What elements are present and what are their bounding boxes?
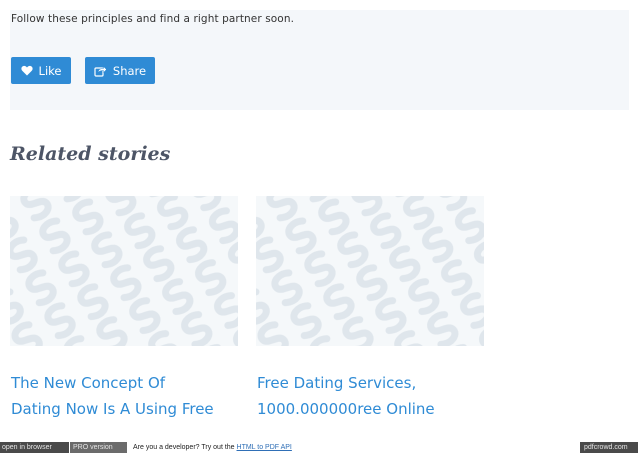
story-title-link[interactable]: Free Dating Services, 1000.000000ree Onl… [257,370,435,422]
share-button[interactable]: Share [85,57,155,84]
story-title-line: The New Concept Of [11,374,166,392]
share-label: Share [112,63,147,78]
placeholder-pattern [10,196,238,346]
pro-version-link[interactable]: PRO version [70,442,127,453]
api-link[interactable]: HTML to PDF API [237,444,292,451]
story-title-line: Dating Now Is A Using Free [11,400,214,418]
share-icon [94,65,107,77]
developer-note: Are you a developer? Try out the HTML to… [133,442,292,453]
brand-link[interactable]: pdfcrowd.com [580,442,638,453]
related-stories-heading: Related stories [10,143,171,165]
like-label: Like [38,63,62,78]
heart-icon [20,65,33,76]
story-thumbnail[interactable] [10,196,238,346]
intro-text: Follow these principles and find a right… [11,13,295,25]
story-title-line: Free Dating Services, [257,374,417,392]
share-panel: Follow these principles and find a right… [10,10,629,110]
placeholder-pattern [256,196,484,346]
developer-note-text: Are you a developer? Try out the [133,444,235,451]
pdf-footer-bar: open in browser PRO version Are you a de… [0,442,638,453]
story-title-line: 1000.000000ree Online [257,400,435,418]
like-button[interactable]: Like [11,57,71,84]
open-in-browser-link[interactable]: open in browser [0,442,69,453]
story-thumbnail[interactable] [256,196,484,346]
story-title-link[interactable]: The New Concept Of Dating Now Is A Using… [11,370,214,422]
